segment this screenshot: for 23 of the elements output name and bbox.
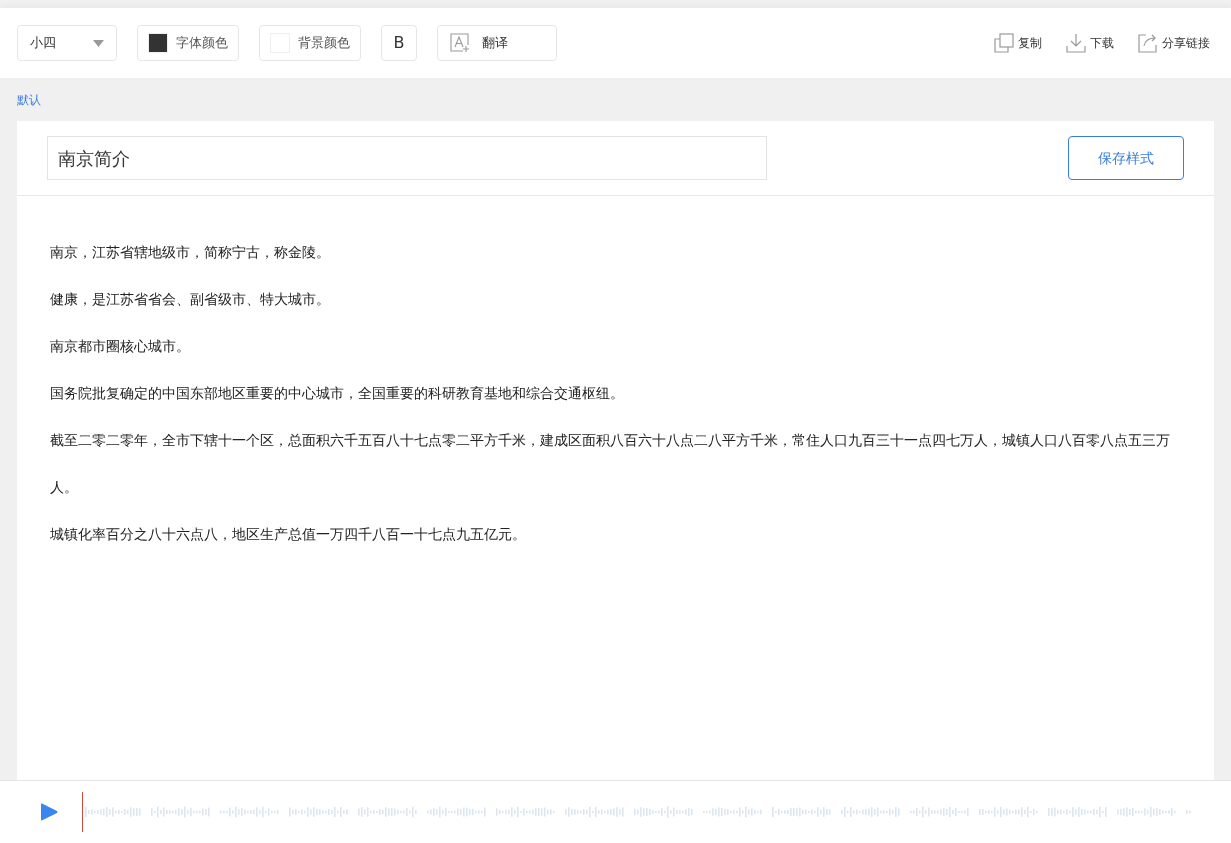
translate-button[interactable]: 翻译 [437, 25, 557, 61]
title-field[interactable]: 南京简介 [47, 136, 767, 180]
color-button[interactable]: 背景颜色 [259, 25, 361, 61]
share-button[interactable]: 分享链接 [1138, 33, 1210, 53]
paragraph: 南京，江苏省辖地级市，简称宁古，称金陵。 [50, 243, 331, 262]
copy-icon [994, 33, 1014, 53]
save-style-button[interactable]: 保存样式 [1068, 136, 1184, 180]
paragraph: 城镇化率百分之八十六点八，地区生产总值一万四千八百一十七点九五亿元。 [50, 525, 527, 544]
style-link[interactable]: 默认 [17, 90, 41, 109]
caret-icon [93, 39, 104, 47]
bold-button[interactable]: B [381, 25, 417, 61]
play-icon[interactable] [40, 802, 58, 822]
download-button[interactable]: 下载 [1066, 33, 1114, 53]
color-button[interactable]: 字体颜色 [137, 25, 239, 61]
copy-button[interactable]: 复制 [994, 33, 1042, 53]
translate-icon [450, 33, 470, 53]
font-size-dropdown[interactable]: 小四 [17, 25, 117, 61]
download-icon [1066, 33, 1086, 53]
share-icon [1138, 33, 1158, 53]
paragraph: 截至二零二零年，全市下辖十一个区，总面积六千五百八十七点零二平方千米，建成区面积八百六十八点二八平方千米，常住人口九百三十一点四七万人，城镇人口八百零八点五三万人。 [50, 431, 1171, 497]
paragraph: 健康，是江苏省省会、副省级市、特大城市。 [50, 290, 331, 309]
paragraph: 国务院批复确定的中国东部地区重要的中心城市，全国重要的科研教育基地和综合交通枢纽。 [50, 384, 625, 403]
paragraph: 南京都市圈核心城市。 [50, 337, 191, 356]
